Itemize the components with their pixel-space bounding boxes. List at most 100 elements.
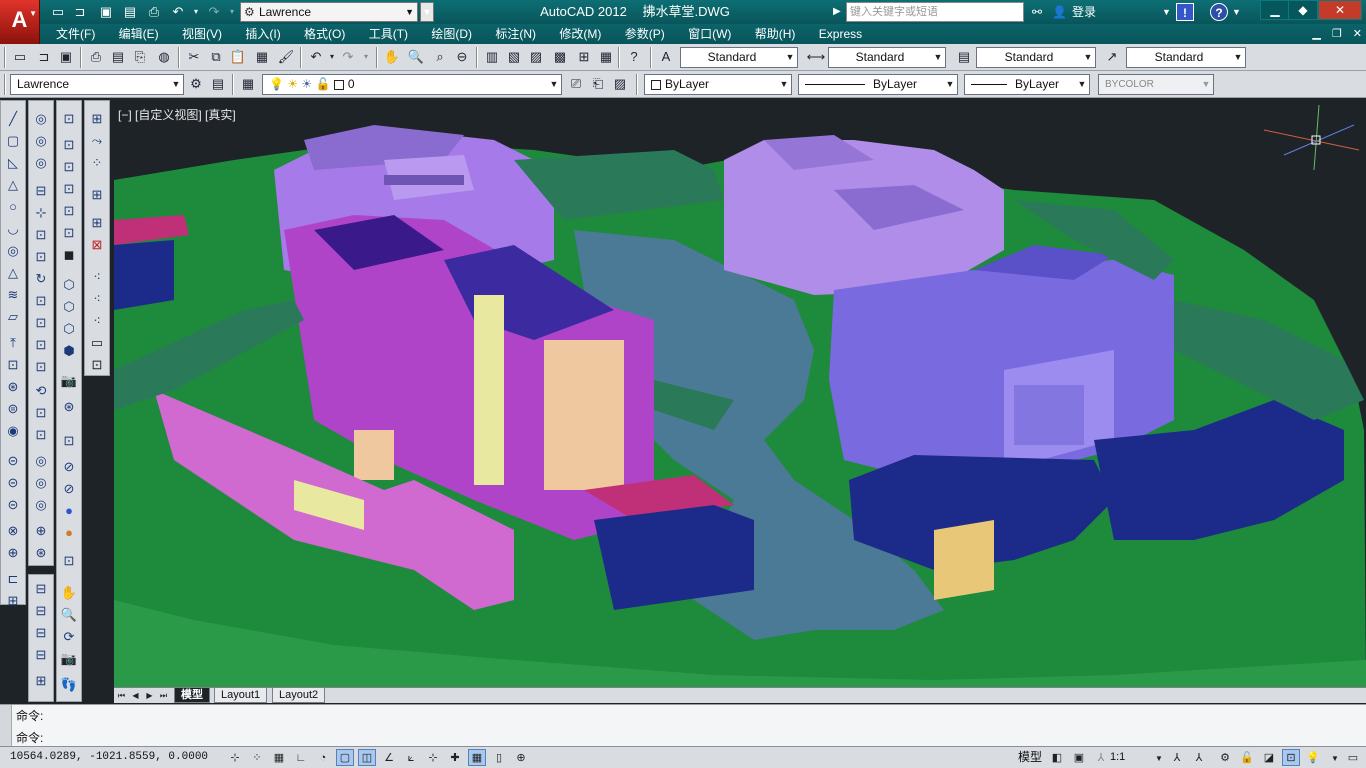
workspace-select[interactable]: ⚙ Lawrence ▼ <box>240 2 418 22</box>
rotate-face-icon[interactable]: ⊡ <box>59 223 79 243</box>
plot-style-select[interactable]: BYCOLOR ▼ <box>1098 74 1214 95</box>
polysolid-icon[interactable]: ◎ <box>31 109 51 129</box>
object-snap-icon[interactable]: ▢ <box>336 749 354 766</box>
menu-format[interactable]: 格式(O) <box>294 24 355 44</box>
union-icon[interactable]: ⊡ <box>31 291 51 311</box>
quick-view-layouts-icon[interactable]: ◧ <box>1048 749 1066 766</box>
drawing-viewport[interactable]: [−] [自定义视图] [真实] <box>114 100 1366 687</box>
isolate-objects-icon[interactable]: ⊡ <box>1282 749 1300 766</box>
line-icon[interactable]: ╱ <box>3 109 23 129</box>
3d-move-icon[interactable]: ⊡ <box>31 357 51 377</box>
sheet-set-icon[interactable]: ▩ <box>550 47 570 67</box>
menu-file[interactable]: 文件(F) <box>46 24 105 44</box>
mtext-icon[interactable]: ⊝ <box>3 495 23 515</box>
layer-select[interactable]: 💡 ☀ ☀ 🔓 0 ▼ <box>262 74 562 95</box>
region-icon[interactable]: ⊝ <box>3 451 23 471</box>
transparency-icon[interactable]: ▦ <box>468 749 486 766</box>
box-icon[interactable]: ◎ <box>31 131 51 151</box>
menu-express[interactable]: Express <box>809 24 872 44</box>
prev-tab-icon[interactable]: ◀ <box>130 689 141 702</box>
menu-view[interactable]: 视图(V) <box>172 24 232 44</box>
viewport-controls-label[interactable]: [−] [自定义视图] [真实] <box>118 106 236 123</box>
realistic-style-icon[interactable]: ● <box>59 501 79 521</box>
copy-icon[interactable]: ⧉ <box>206 47 226 67</box>
table-style-select[interactable]: Standard ▼ <box>976 47 1096 68</box>
gradient-icon[interactable]: ◉ <box>3 421 23 441</box>
clean-screen-icon[interactable]: ▭ <box>1344 749 1362 766</box>
save-icon[interactable]: ▣ <box>96 3 116 21</box>
menu-tools[interactable]: 工具(T) <box>359 24 418 44</box>
snap-grid-icon[interactable]: ⁖ <box>87 267 107 287</box>
point-filter-icon[interactable]: ⁖ <box>87 289 107 309</box>
revcloud-icon[interactable]: △ <box>3 263 23 283</box>
bottom-view-icon[interactable]: ⊟ <box>31 601 51 621</box>
toolbar-grip[interactable] <box>232 74 234 95</box>
delete-face-icon[interactable]: ⊡ <box>59 201 79 221</box>
taper-face-icon[interactable]: ◼ <box>59 245 79 265</box>
dynamic-input-icon[interactable]: ⊹ <box>424 749 442 766</box>
table-style-icon[interactable]: ▤ <box>954 47 974 67</box>
status-menu-icon[interactable]: ▼ <box>1326 749 1344 766</box>
restore-button[interactable]: ◆ <box>1288 0 1318 20</box>
text-style-select[interactable]: Standard ▼ <box>680 47 798 68</box>
plot-preview-icon[interactable]: ▤ <box>108 47 128 67</box>
separate-icon[interactable]: ⬢ <box>59 341 79 361</box>
named-ucs-icon[interactable]: ⊛ <box>31 543 51 563</box>
free-orbit-icon[interactable]: ◎ <box>31 473 51 493</box>
3d-orbit-icon[interactable]: ⟳ <box>59 627 79 647</box>
annotation-scale-icon[interactable]: ⅄ <box>1092 749 1110 766</box>
snap-tracking-icon[interactable]: ⁖ <box>87 311 107 331</box>
save-icon[interactable]: ▣ <box>56 47 76 67</box>
toolbar-grip[interactable] <box>650 47 652 68</box>
extrude-icon[interactable]: ⊟ <box>31 181 51 201</box>
solid-sphere-icon[interactable]: ⊗ <box>3 521 23 541</box>
imprint-icon[interactable]: ⬡ <box>59 319 79 339</box>
layout-viewports-icon[interactable]: ⊞ <box>87 109 107 129</box>
zoom-realtime-icon[interactable]: 🔍 <box>59 605 79 625</box>
toolbar-grip[interactable] <box>636 74 638 95</box>
publish-icon[interactable]: ⎘ <box>130 47 150 67</box>
3d-object-snap-icon[interactable]: ◫ <box>358 749 376 766</box>
calculator-icon[interactable]: ▦ <box>596 47 616 67</box>
table-icon[interactable]: ⊝ <box>3 473 23 493</box>
zoom-window-icon[interactable]: ⌕ <box>430 47 450 67</box>
menu-insert[interactable]: 插入(I) <box>235 24 290 44</box>
dim-style-select[interactable]: Standard ▼ <box>828 47 946 68</box>
annotation-scale-value[interactable]: 1:1 <box>1110 747 1125 768</box>
lineweight-select[interactable]: ByLayer ▼ <box>964 74 1090 95</box>
ucs-icon[interactable]: ⊕ <box>31 521 51 541</box>
spline-icon[interactable]: ≋ <box>3 285 23 305</box>
quick-properties-icon[interactable]: ▯ <box>490 749 508 766</box>
workspace-switching-icon[interactable]: ⚙ <box>1216 749 1234 766</box>
top-view-icon[interactable]: ⊟ <box>31 579 51 599</box>
redo-icon[interactable]: ↷ <box>204 3 224 21</box>
doc-close-button[interactable]: ✕ <box>1353 28 1362 40</box>
list-icon[interactable]: ⊡ <box>87 355 107 375</box>
points-icon[interactable]: ⁘ <box>87 153 107 173</box>
quick-access-menu-button[interactable]: ▼ <box>420 2 434 22</box>
zoom-realtime-icon[interactable]: 🔍 <box>406 47 426 67</box>
menu-modify[interactable]: 修改(M) <box>549 24 611 44</box>
make-current-layer-icon[interactable]: ⎚ <box>566 74 586 94</box>
region-mass-icon[interactable]: ▭ <box>87 333 107 353</box>
plot-icon[interactable]: ⎙ <box>144 3 164 21</box>
render-region-icon[interactable]: ⊛ <box>59 397 79 417</box>
polyline-edit-icon[interactable]: ⤳ <box>87 131 107 151</box>
2d-wireframe-icon[interactable]: ⊘ <box>59 457 79 477</box>
visual-style-manager-icon[interactable]: ⊡ <box>59 551 79 571</box>
tab-model[interactable]: 模型 <box>174 688 210 703</box>
doc-minimize-button[interactable]: ▁ <box>1312 28 1320 40</box>
properties-icon[interactable]: ▥ <box>482 47 502 67</box>
menu-draw[interactable]: 绘图(D) <box>421 24 482 44</box>
exchange-icon[interactable]: ! <box>1176 3 1194 21</box>
mleader-style-icon[interactable]: ↗ <box>1102 47 1122 67</box>
hatch-icon[interactable]: ⊜ <box>3 399 23 419</box>
move-face-icon[interactable]: ⊡ <box>59 157 79 177</box>
walk-icon[interactable]: 👣 <box>59 675 79 695</box>
insert-block-icon[interactable]: ⤒ <box>3 333 23 353</box>
text-style-icon[interactable]: A <box>656 47 676 67</box>
subtract-icon[interactable]: ⊡ <box>31 313 51 333</box>
render-icon[interactable]: 📷 <box>59 371 79 391</box>
right-view-icon[interactable]: ⊟ <box>31 645 51 665</box>
pan-icon[interactable]: ✋ <box>382 47 402 67</box>
